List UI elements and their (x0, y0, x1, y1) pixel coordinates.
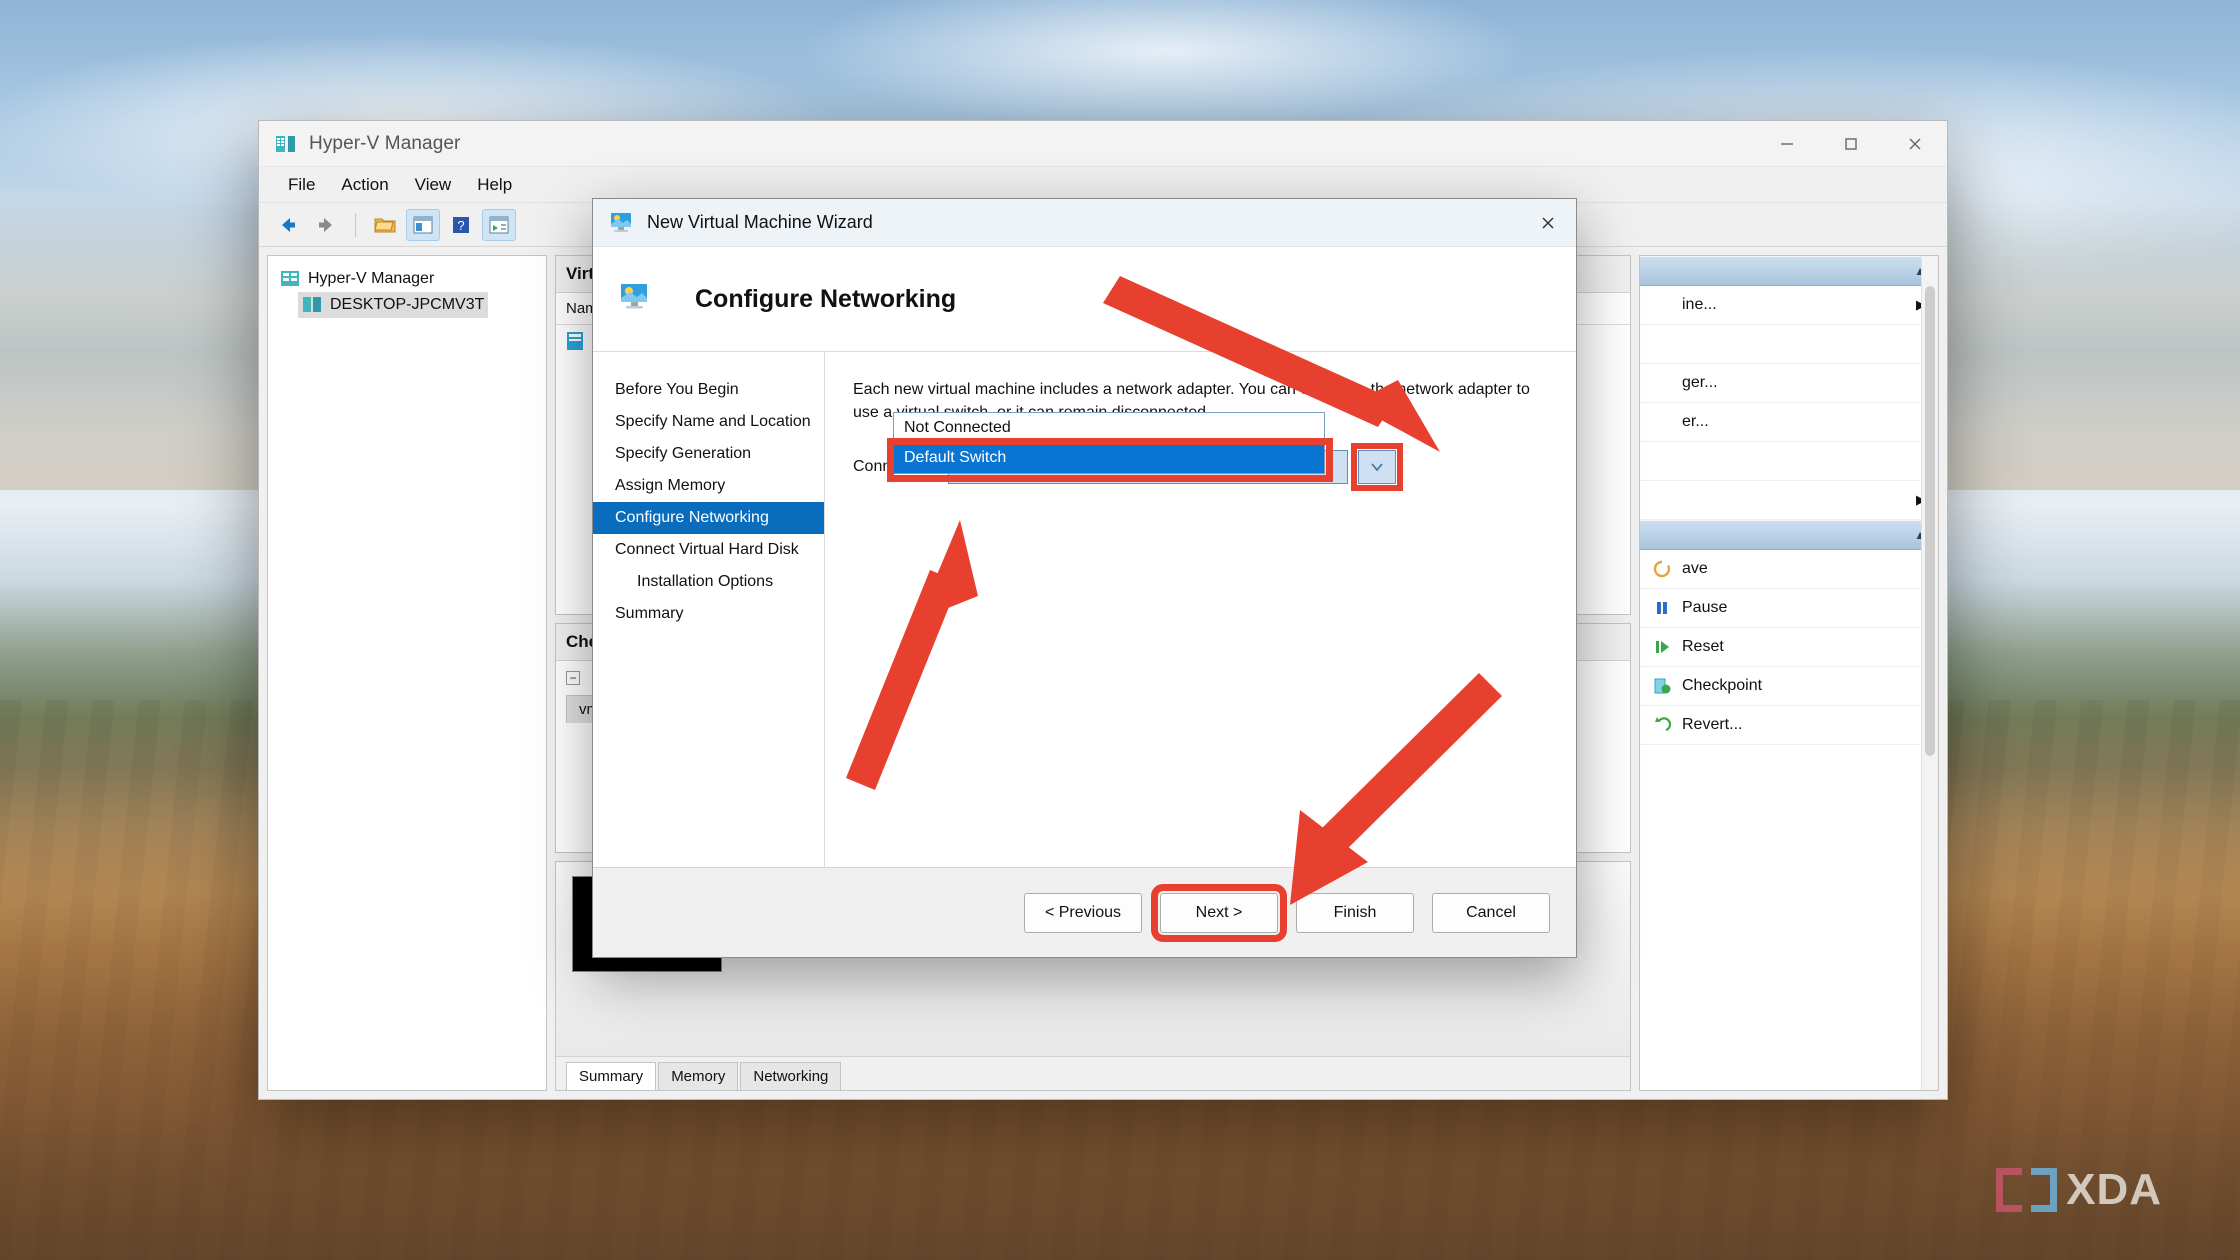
action-item-new[interactable]: ine... ▶ (1640, 286, 1938, 325)
wizard-title: New Virtual Machine Wizard (647, 212, 873, 232)
action-item-pause-label: Pause (1682, 599, 1728, 616)
menu-item-view[interactable]: View (402, 172, 465, 198)
wizard-footer: < Previous Next > Finish Cancel (593, 867, 1576, 957)
wizard-step-specify-name-and-location[interactable]: Specify Name and Location (593, 406, 824, 438)
action-item-new-label: ine... (1682, 296, 1717, 313)
chevron-down-icon[interactable] (1351, 443, 1404, 492)
watermark-text: XDA (2066, 1165, 2162, 1214)
navigation-tree-pane: Hyper-V Manager DESKTOP-JPCMV3T (267, 255, 547, 1091)
action-item-san-manager-label: er... (1682, 413, 1709, 430)
bracket-right-icon (2031, 1168, 2058, 1212)
window-title: Hyper-V Manager (309, 132, 461, 154)
menu-item-help[interactable]: Help (464, 172, 525, 198)
menu-item-file[interactable]: File (275, 172, 328, 198)
back-icon[interactable] (271, 209, 305, 241)
action-item-revert[interactable]: Revert... (1640, 706, 1938, 745)
actions-pane: ▲ ine... ▶ ger... er... (1639, 255, 1939, 1091)
action-item-import[interactable] (1640, 325, 1938, 364)
dropdown-highlight-annotation (887, 438, 1333, 482)
san-manager-icon (1652, 412, 1672, 432)
action-item-checkpoint[interactable]: Checkpoint (1640, 667, 1938, 706)
revert-icon (1652, 715, 1672, 735)
actions-scrollbar-thumb[interactable] (1925, 286, 1935, 756)
maximize-icon[interactable] (1819, 121, 1883, 167)
wizard-step-specify-generation[interactable]: Specify Generation (593, 438, 824, 470)
xda-watermark: XDA (1996, 1168, 2162, 1212)
next-button[interactable]: Next > (1151, 883, 1287, 942)
inspect-disk-icon (1652, 490, 1672, 510)
tab-summary[interactable]: Summary (566, 1062, 657, 1090)
actions-section-header-vm[interactable]: ▲ (1640, 520, 1938, 550)
checkpoint-icon (1652, 676, 1672, 696)
vm-wizard-icon (609, 211, 635, 235)
action-item-reset[interactable]: Reset (1640, 628, 1938, 667)
wizard-main: Before You Begin Specify Name and Locati… (593, 352, 1576, 867)
previous-button[interactable]: < Previous (1024, 892, 1142, 933)
vm-icon (567, 332, 583, 350)
import-icon (1652, 334, 1672, 354)
show-pane-icon[interactable] (406, 208, 440, 241)
tab-memory[interactable]: Memory (658, 1062, 739, 1090)
minimize-icon[interactable] (1755, 121, 1819, 167)
close-icon[interactable] (1883, 121, 1947, 167)
wizard-step-configure-networking[interactable]: Configure Networking (593, 502, 824, 534)
action-item-switch-manager[interactable]: ger... (1640, 364, 1938, 403)
wizard-step-summary[interactable]: Summary (593, 598, 824, 630)
forward-icon[interactable] (309, 209, 343, 241)
window-titlebar: Hyper-V Manager (259, 121, 1947, 167)
tree-item-root[interactable]: Hyper-V Manager (276, 266, 538, 292)
wizard-header: Configure Networking (593, 247, 1576, 352)
wizard-step-connect-virtual-hard-disk[interactable]: Connect Virtual Hard Disk (593, 534, 824, 566)
host-node-icon (303, 297, 321, 312)
hyperv-icon (275, 133, 297, 155)
tree-item-root-label: Hyper-V Manager (308, 270, 435, 287)
edit-disk-icon (1652, 451, 1672, 471)
action-item-checkpoint-label: Checkpoint (1682, 677, 1763, 694)
actions-section-header-host[interactable]: ▲ (1640, 256, 1938, 286)
new-vm-icon (1652, 295, 1672, 315)
new-folder-icon[interactable] (368, 209, 402, 241)
actions-scrollbar[interactable] (1921, 256, 1938, 1090)
action-item-reset-label: Reset (1682, 638, 1724, 655)
wizard-heading-icon (619, 282, 653, 317)
tree-item-host-label: DESKTOP-JPCMV3T (330, 296, 485, 313)
wizard-content: Each new virtual machine includes a netw… (825, 352, 1576, 867)
wizard-steps-list: Before You Begin Specify Name and Locati… (593, 352, 825, 867)
svg-text:?: ? (457, 218, 464, 233)
tab-networking[interactable]: Networking (740, 1062, 842, 1090)
action-item-edit-disk[interactable] (1640, 442, 1938, 481)
vm-details-tabs: Summary Memory Networking (556, 1056, 1630, 1090)
finish-button[interactable]: Finish (1296, 892, 1414, 933)
menu-item-action[interactable]: Action (328, 172, 401, 198)
action-item-switch-manager-label: ger... (1682, 374, 1718, 391)
tree-item-host[interactable]: DESKTOP-JPCMV3T (298, 292, 489, 318)
reset-icon (1652, 637, 1672, 657)
action-item-san-manager[interactable]: er... (1640, 403, 1938, 442)
bracket-left-icon (1996, 1168, 2023, 1212)
show-actions-icon[interactable] (482, 208, 516, 241)
new-vm-wizard-dialog: New Virtual Machine Wizard Configure Net… (592, 198, 1577, 958)
wizard-step-installation-options[interactable]: Installation Options (593, 566, 824, 598)
save-icon (1652, 559, 1672, 579)
cancel-button[interactable]: Cancel (1432, 892, 1550, 933)
action-item-inspect-disk[interactable]: ▶ (1640, 481, 1938, 520)
action-item-revert-label: Revert... (1682, 716, 1743, 733)
wizard-heading: Configure Networking (695, 284, 957, 313)
switch-manager-icon (1652, 373, 1672, 393)
close-icon[interactable] (1520, 199, 1576, 247)
wizard-step-assign-memory[interactable]: Assign Memory (593, 470, 824, 502)
wizard-titlebar: New Virtual Machine Wizard (593, 199, 1576, 247)
action-item-save[interactable]: ave (1640, 550, 1938, 589)
pause-icon (1652, 598, 1672, 618)
hyperv-node-icon (281, 271, 299, 286)
wizard-step-before-you-begin[interactable]: Before You Begin (593, 374, 824, 406)
checkpoint-collapse-icon[interactable]: − (566, 671, 580, 685)
action-item-save-label: ave (1682, 560, 1708, 577)
help-icon[interactable]: ? (444, 209, 478, 241)
action-item-pause[interactable]: Pause (1640, 589, 1938, 628)
toolbar-separator (355, 212, 356, 237)
